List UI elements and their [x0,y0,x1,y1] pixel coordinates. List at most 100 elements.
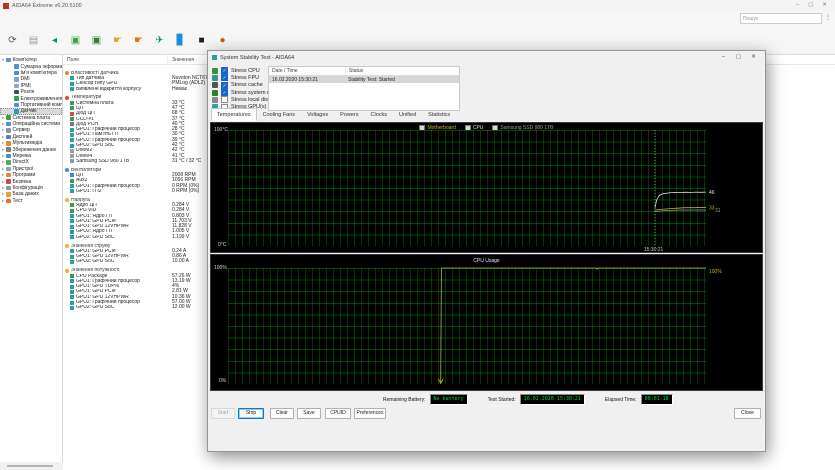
tree-item-label: Мережа [12,153,32,160]
clear-button[interactable]: Clear [270,408,294,419]
tree-item-label: Розгін [20,89,35,96]
minimize-button-icon[interactable]: – [716,52,731,63]
hand-pointer-icon[interactable]: ☛ [110,33,125,48]
tree-arrow-icon[interactable]: ▸ [1,121,5,127]
tree-item-icon [6,115,11,120]
sensor-label: DIMM2 [76,148,93,154]
tree-item-label: Збереження даних [12,146,57,153]
log-datetime [269,90,345,97]
tree-item-icon [6,147,11,152]
monitors-icon[interactable]: ▣ [89,33,104,48]
tab-powers[interactable]: Powers [334,108,364,121]
tree-arrow-icon[interactable]: ▸ [1,159,5,165]
log-datetime: 16.02.2020 15:30:21 [272,76,318,83]
sensor-label: GPU1: Графічний процесор [76,127,140,133]
tree-arrow-icon[interactable]: ▸ [1,191,5,197]
sidebar-horizontal-scrollbar[interactable] [0,462,63,470]
sensor-label: ЦП [76,105,84,111]
tree-arrow-icon[interactable]: ▸ [1,198,5,204]
sensor-icon [70,138,74,143]
stress-checkbox[interactable]: ✓ [221,74,228,82]
tree-item-icon [14,89,19,95]
disk-icon [212,96,218,103]
stress-checkbox[interactable]: ✓ [221,81,228,89]
sensor-label: Aux2 [76,178,88,184]
tree-arrow-icon[interactable]: ▸ [1,134,5,140]
maximize-button-icon[interactable]: ▢ [808,2,813,9]
log-rows: 16.02.2020 15:30:21 Stability Test: Start… [269,76,459,111]
cpuid-button[interactable]: CPUID [325,408,351,419]
temp-axis-max-label: 100°C [214,127,228,133]
tree-arrow-icon[interactable]: ▸ [1,115,5,121]
main-titlebar: AIDA64 Extreme v6.20.5100 – ▢ ✕ [0,0,835,11]
minimize-button-icon[interactable]: – [796,2,799,9]
tree-item-icon [14,64,19,69]
tab-cooling-fans[interactable]: Cooling Fans [257,108,301,121]
tree-item-icon [6,57,11,63]
usage-axis-max-label: 100% [214,265,227,271]
tab-voltages[interactable]: Voltages [301,108,334,121]
tree-arrow-icon[interactable]: ▸ [1,166,5,172]
sidebar-item[interactable]: ▸ Збереження даних [0,146,62,153]
tab-clocks[interactable]: Clocks [365,108,394,121]
monitor-icon[interactable]: ▣ [68,33,83,48]
sensor-icon [70,127,74,132]
search-menu-button[interactable]: ⋮ [824,13,832,24]
tree-arrow-icon[interactable]: ▸ [1,185,5,191]
tree-arrow-icon[interactable]: ▾ [1,57,5,63]
close-button-icon[interactable]: ✕ [746,52,761,63]
tree-arrow-icon[interactable]: ▸ [1,127,5,133]
sensor-label: GPU1: GPU 12VHPWR [76,224,129,230]
sensor-label: CPU Package [76,273,108,279]
log-header: Date / Time Status [269,67,459,76]
preferences-button[interactable]: Preferences [354,408,386,419]
fpu-icon [212,74,218,81]
stress-checkbox[interactable]: ✓ [221,67,228,75]
stop-button[interactable]: Stop [238,408,264,419]
back-icon[interactable]: ◂ [47,33,62,48]
send-icon[interactable]: ✈ [152,33,167,48]
section-title: Значення струму [71,243,111,249]
tab-statistics[interactable]: Statistics [422,108,456,121]
close-button[interactable]: Close [734,408,761,419]
report-page-icon[interactable]: ▤ [26,33,41,48]
sensor-icon [70,76,74,81]
test-started-label: Test Started: [487,396,516,403]
cpu-icon [212,67,218,74]
tree-arrow-icon[interactable]: ▸ [1,140,5,146]
maximize-button-icon[interactable]: ▢ [731,52,746,63]
tree-item-label: DirectX [12,159,29,166]
sensor-label: Виявлене відкриття корпусу [76,86,142,92]
tree-item-label: Операційна система [12,121,61,128]
stress-checkbox[interactable] [221,96,228,104]
sst-titlebar: System Stability Test - AIDA64 – ▢ ✕ [208,51,765,64]
save-button[interactable]: Save [297,408,321,419]
window-title: AIDA64 Extreme v6.20.5100 [12,2,82,9]
tree-item-label: База даних [12,191,39,198]
tree-item-label: Мультимедіа [12,140,43,147]
close-button-icon[interactable]: ✕ [822,2,827,9]
tree-arrow-icon[interactable]: ▸ [1,179,5,185]
scrollbar-thumb[interactable] [7,465,53,467]
sensor-icon [70,208,74,213]
sidebar-item[interactable]: ▸ Тест [0,198,62,204]
chart-icon[interactable]: ▊ [173,33,188,48]
tree-arrow-icon[interactable]: ▸ [1,172,5,178]
web-icon[interactable]: ● [215,33,230,48]
refresh-icon[interactable]: ⟳ [5,33,20,48]
tab-unified[interactable]: Unified [393,108,422,121]
section-icon [65,198,69,203]
tree-item-icon [6,160,11,165]
stress-checkbox[interactable]: ✓ [221,89,228,97]
log-row[interactable]: 16.02.2020 15:30:21 Stability Test: Start… [269,76,459,83]
stress-option-label: Stress CPU [231,67,260,74]
sensor-icon [70,178,74,183]
tree-arrow-icon[interactable]: ▸ [1,153,5,159]
search-input[interactable] [740,13,822,24]
tree-arrow-icon[interactable]: ▸ [1,147,5,153]
asm-icon[interactable]: ■ [194,33,209,48]
sensor-label: GPU1: GPU PCIe [76,248,116,254]
hand-report-icon[interactable]: ☛ [131,33,146,48]
sensor-icon [70,154,74,159]
tab-temperatures[interactable]: Temperatures [211,108,257,121]
